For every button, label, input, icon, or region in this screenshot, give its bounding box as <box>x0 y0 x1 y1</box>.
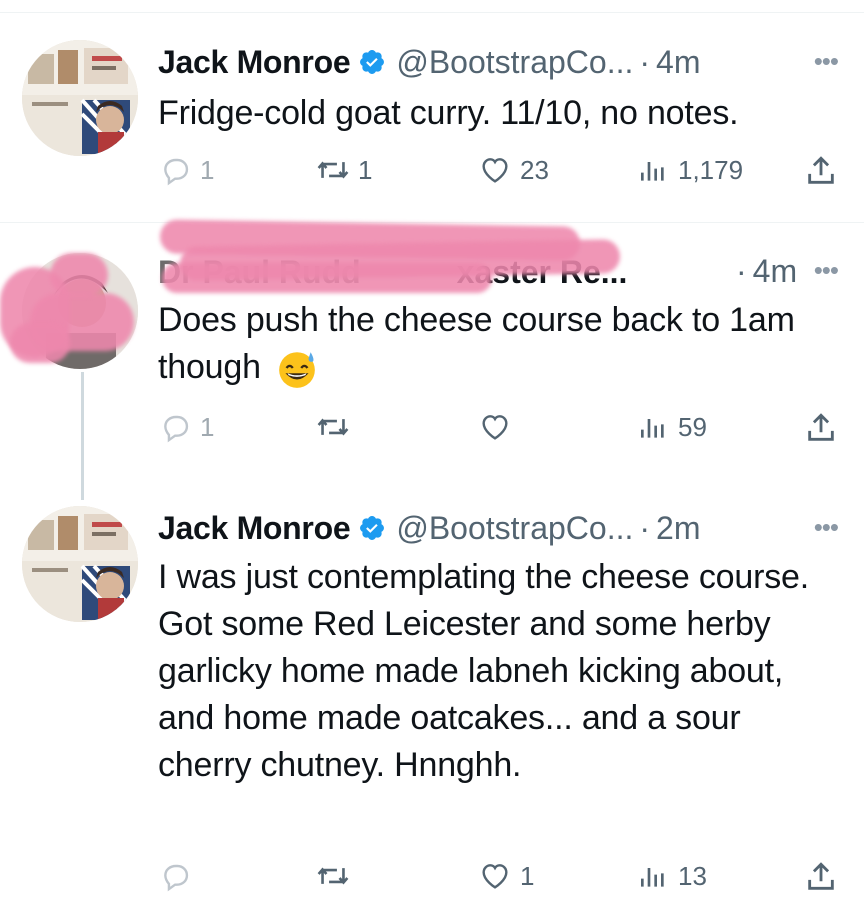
more-options-icon[interactable]: ••• <box>814 46 839 77</box>
retweet-button[interactable]: 1 <box>316 154 372 186</box>
separator-dot: · <box>736 252 747 289</box>
redaction-scribble <box>10 323 70 363</box>
verified-badge-icon <box>360 516 385 540</box>
like-count: 1 <box>520 860 535 891</box>
views-button[interactable]: 1,179 <box>636 154 743 186</box>
like-button[interactable]: 23 <box>478 154 549 186</box>
timestamp[interactable]: 4m <box>656 44 700 81</box>
tweet-1[interactable]: Jack Monroe @BootstrapCo... · 4m ••• Fri… <box>0 0 864 222</box>
like-button[interactable]: 1 <box>478 860 534 892</box>
more-options-icon[interactable]: ••• <box>814 512 839 543</box>
views-count: 13 <box>678 860 707 891</box>
retweet-button[interactable] <box>316 860 358 892</box>
tweet-actions: 1 13 <box>0 860 864 900</box>
share-button[interactable] <box>804 860 846 894</box>
retweet-button[interactable] <box>316 411 358 443</box>
reply-icon <box>164 415 189 443</box>
heart-icon <box>482 864 508 889</box>
separator-dot: · <box>639 509 651 546</box>
views-button[interactable]: 13 <box>636 860 707 892</box>
retweet-icon <box>317 418 349 436</box>
avatar-jack-monroe[interactable] <box>22 506 138 622</box>
reply-count: 1 <box>200 154 215 185</box>
heart-icon <box>482 158 508 183</box>
like-button[interactable] <box>478 411 520 443</box>
tweet-header: · 4m <box>730 249 797 293</box>
tweet-actions: 1 59 <box>0 411 864 451</box>
author-name[interactable]: Jack Monroe <box>158 44 351 81</box>
views-icon <box>641 419 664 438</box>
retweet-count: 1 <box>358 154 373 185</box>
views-count: 59 <box>678 411 707 442</box>
reply-icon <box>164 864 189 892</box>
more-options-icon[interactable]: ••• <box>814 255 839 286</box>
timestamp[interactable]: 2m <box>656 510 700 547</box>
share-icon <box>808 413 834 441</box>
share-icon <box>808 156 834 184</box>
share-button[interactable] <box>804 411 846 445</box>
tweet-header: Jack Monroe @BootstrapCo... · 4m <box>158 40 700 84</box>
tweet-text: Fridge-cold goat curry. 11/10, no notes. <box>158 94 739 132</box>
tweet-text: Does push the cheese course back to 1am … <box>158 297 838 391</box>
author-name[interactable]: Jack Monroe <box>158 510 351 547</box>
avatar-jack-monroe[interactable] <box>22 40 138 156</box>
tweet-2[interactable]: Dr Paul Ruddxaster Re... · 4m ••• Does p… <box>0 219 864 500</box>
tweet-actions: 1 1 23 1,179 <box>0 154 864 194</box>
tweet-text-content: Does push the cheese course back to 1am … <box>158 301 795 386</box>
reply-button[interactable]: 1 <box>160 154 214 186</box>
retweet-icon <box>317 867 349 885</box>
views-count: 1,179 <box>678 154 744 185</box>
reply-icon <box>164 158 189 186</box>
views-icon <box>641 868 664 887</box>
like-count: 23 <box>520 154 549 185</box>
views-button[interactable]: 59 <box>636 411 707 443</box>
redaction-scribble <box>50 253 108 297</box>
author-handle[interactable]: @BootstrapCo... <box>396 510 633 547</box>
reply-count: 1 <box>200 411 215 442</box>
author-handle[interactable]: @BootstrapCo... <box>396 44 633 81</box>
heart-icon <box>482 415 508 440</box>
sweat-smile-emoji <box>279 352 315 388</box>
redaction-scribble <box>162 263 492 293</box>
views-icon <box>641 162 664 181</box>
timestamp[interactable]: 4m <box>753 253 797 290</box>
separator-dot: · <box>639 43 651 80</box>
retweet-icon <box>317 161 349 179</box>
verified-badge-icon <box>360 50 385 74</box>
tweet-text: I was just contemplating the cheese cour… <box>158 558 809 784</box>
share-icon <box>808 862 834 890</box>
reply-button[interactable] <box>160 860 200 892</box>
share-button[interactable] <box>804 154 846 188</box>
tweet-header: Jack Monroe @BootstrapCo... · 2m <box>158 506 700 550</box>
reply-button[interactable]: 1 <box>160 411 214 443</box>
tweet-3[interactable]: Jack Monroe @BootstrapCo... · 2m ••• I w… <box>0 500 864 900</box>
